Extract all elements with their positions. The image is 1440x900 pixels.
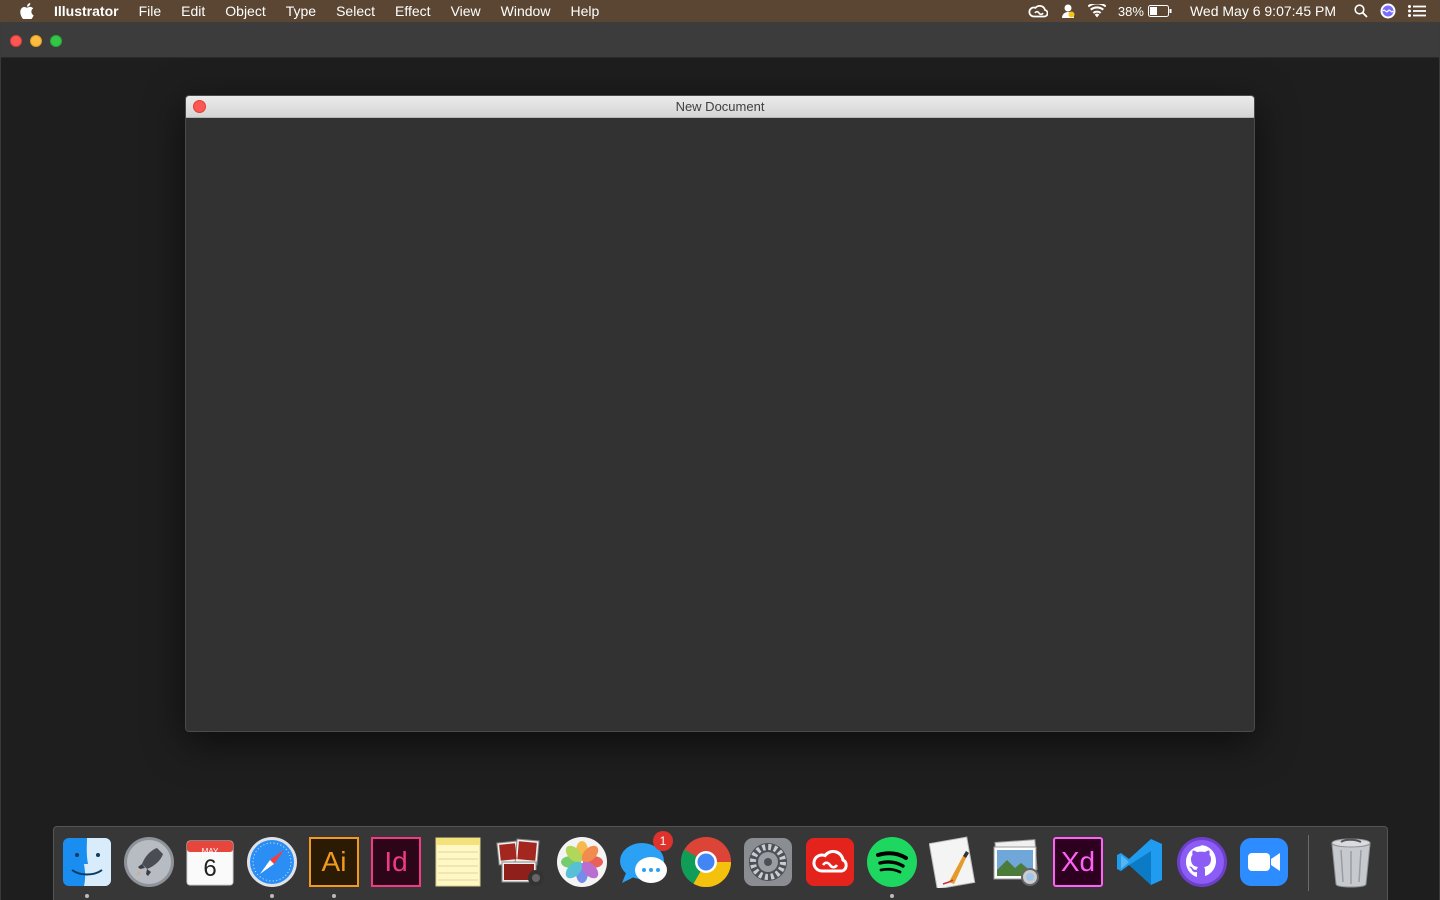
- textedit-pen-icon: [929, 836, 976, 888]
- dock-messages[interactable]: 1: [617, 831, 673, 889]
- calendar-day: 6: [203, 855, 217, 882]
- menu-select[interactable]: Select: [326, 0, 385, 22]
- dock-textedit[interactable]: [927, 835, 981, 889]
- dock-separator: [1308, 835, 1309, 891]
- menu-window[interactable]: Window: [491, 0, 561, 22]
- dock-preview[interactable]: [989, 835, 1043, 889]
- dock-github-desktop[interactable]: [1175, 835, 1229, 889]
- launchpad-rocket-icon: [124, 837, 174, 887]
- notification-person-icon[interactable]: [1060, 3, 1076, 19]
- window-close-button[interactable]: [10, 35, 22, 47]
- notification-center-icon[interactable]: [1408, 5, 1426, 17]
- finder-icon: [63, 838, 111, 886]
- indesign-icon-label: Id: [384, 846, 408, 877]
- menu-clock[interactable]: Wed May 6 9:07:45 PM: [1190, 3, 1336, 19]
- dock-notes[interactable]: [431, 835, 485, 889]
- menu-type[interactable]: Type: [276, 0, 326, 22]
- dock-spotify[interactable]: [865, 835, 919, 898]
- dialog-close-button[interactable]: [193, 100, 206, 113]
- illustrator-icon-label: Ai: [321, 846, 347, 877]
- window-minimize-button[interactable]: [30, 35, 42, 47]
- dialog-content-area: [186, 118, 1254, 731]
- window-zoom-button[interactable]: [50, 35, 62, 47]
- window-titlebar[interactable]: [1, 22, 1439, 58]
- menu-effect[interactable]: Effect: [385, 0, 441, 22]
- apple-menu-icon[interactable]: [18, 2, 36, 20]
- dialog-title: New Document: [675, 99, 765, 114]
- dock-photo-booth[interactable]: [493, 835, 547, 889]
- dock-system-preferences[interactable]: [741, 835, 795, 889]
- running-indicator: [332, 894, 336, 898]
- indesign-icon: Id: [371, 837, 421, 887]
- spotlight-search-icon[interactable]: [1354, 4, 1368, 18]
- photo-booth-icon: [496, 838, 544, 886]
- menu-view[interactable]: View: [441, 0, 491, 22]
- adobe-xd-icon: Xd: [1053, 837, 1103, 887]
- dock-indesign[interactable]: Id: [369, 835, 423, 889]
- dock-creative-cloud[interactable]: [803, 835, 857, 889]
- status-area: 38% Wed May 6 9:07:45 PM: [1016, 0, 1440, 22]
- creative-cloud-app-icon: [806, 838, 854, 886]
- new-document-dialog: New Document: [185, 95, 1255, 732]
- illustrator-icon: Ai: [309, 837, 359, 887]
- dock-chrome[interactable]: [679, 835, 733, 889]
- dock-launchpad[interactable]: [122, 835, 176, 889]
- vscode-icon: [1117, 839, 1162, 885]
- wifi-icon[interactable]: [1087, 4, 1106, 18]
- photos-flower-icon: [557, 837, 607, 887]
- dock: MAY 6 Ai Id 1 Xd: [53, 826, 1388, 900]
- messages-badge: 1: [653, 831, 673, 851]
- zoom-video-icon: [1240, 838, 1288, 886]
- github-octocat-icon: [1177, 837, 1227, 887]
- menu-bar: Illustrator File Edit Object Type Select…: [0, 0, 1440, 22]
- menu-file[interactable]: File: [129, 0, 172, 22]
- menu-edit[interactable]: Edit: [171, 0, 215, 22]
- menu-help[interactable]: Help: [560, 0, 609, 22]
- dock-trash[interactable]: [1324, 835, 1378, 889]
- dock-finder[interactable]: [60, 835, 114, 898]
- menu-app-name[interactable]: Illustrator: [54, 0, 129, 22]
- dock-safari[interactable]: [245, 835, 299, 898]
- dock-illustrator[interactable]: Ai: [307, 835, 361, 898]
- battery-icon[interactable]: [1147, 5, 1172, 17]
- dock-calendar[interactable]: MAY 6: [183, 835, 237, 889]
- spotify-icon: [867, 837, 917, 887]
- chrome-icon: [680, 837, 732, 888]
- system-preferences-gear-icon: [744, 838, 792, 886]
- adobe-xd-icon-label: Xd: [1060, 846, 1096, 877]
- dock-vscode[interactable]: [1113, 835, 1167, 889]
- menu-object[interactable]: Object: [215, 0, 275, 22]
- trash-can-icon: [1331, 838, 1371, 888]
- siri-icon[interactable]: [1380, 3, 1396, 19]
- running-indicator: [890, 894, 894, 898]
- running-indicator: [85, 894, 89, 898]
- safari-compass-icon: [247, 837, 297, 887]
- battery-percent: 38%: [1117, 3, 1144, 19]
- dialog-titlebar[interactable]: New Document: [186, 96, 1254, 118]
- running-indicator: [270, 894, 274, 898]
- notes-icon: [435, 837, 481, 887]
- creative-cloud-icon[interactable]: [1028, 4, 1048, 18]
- dock-zoom[interactable]: [1237, 835, 1291, 889]
- dock-photos[interactable]: [555, 835, 609, 889]
- dock-adobe-xd[interactable]: Xd: [1051, 835, 1105, 889]
- preview-photos-icon: [993, 839, 1039, 886]
